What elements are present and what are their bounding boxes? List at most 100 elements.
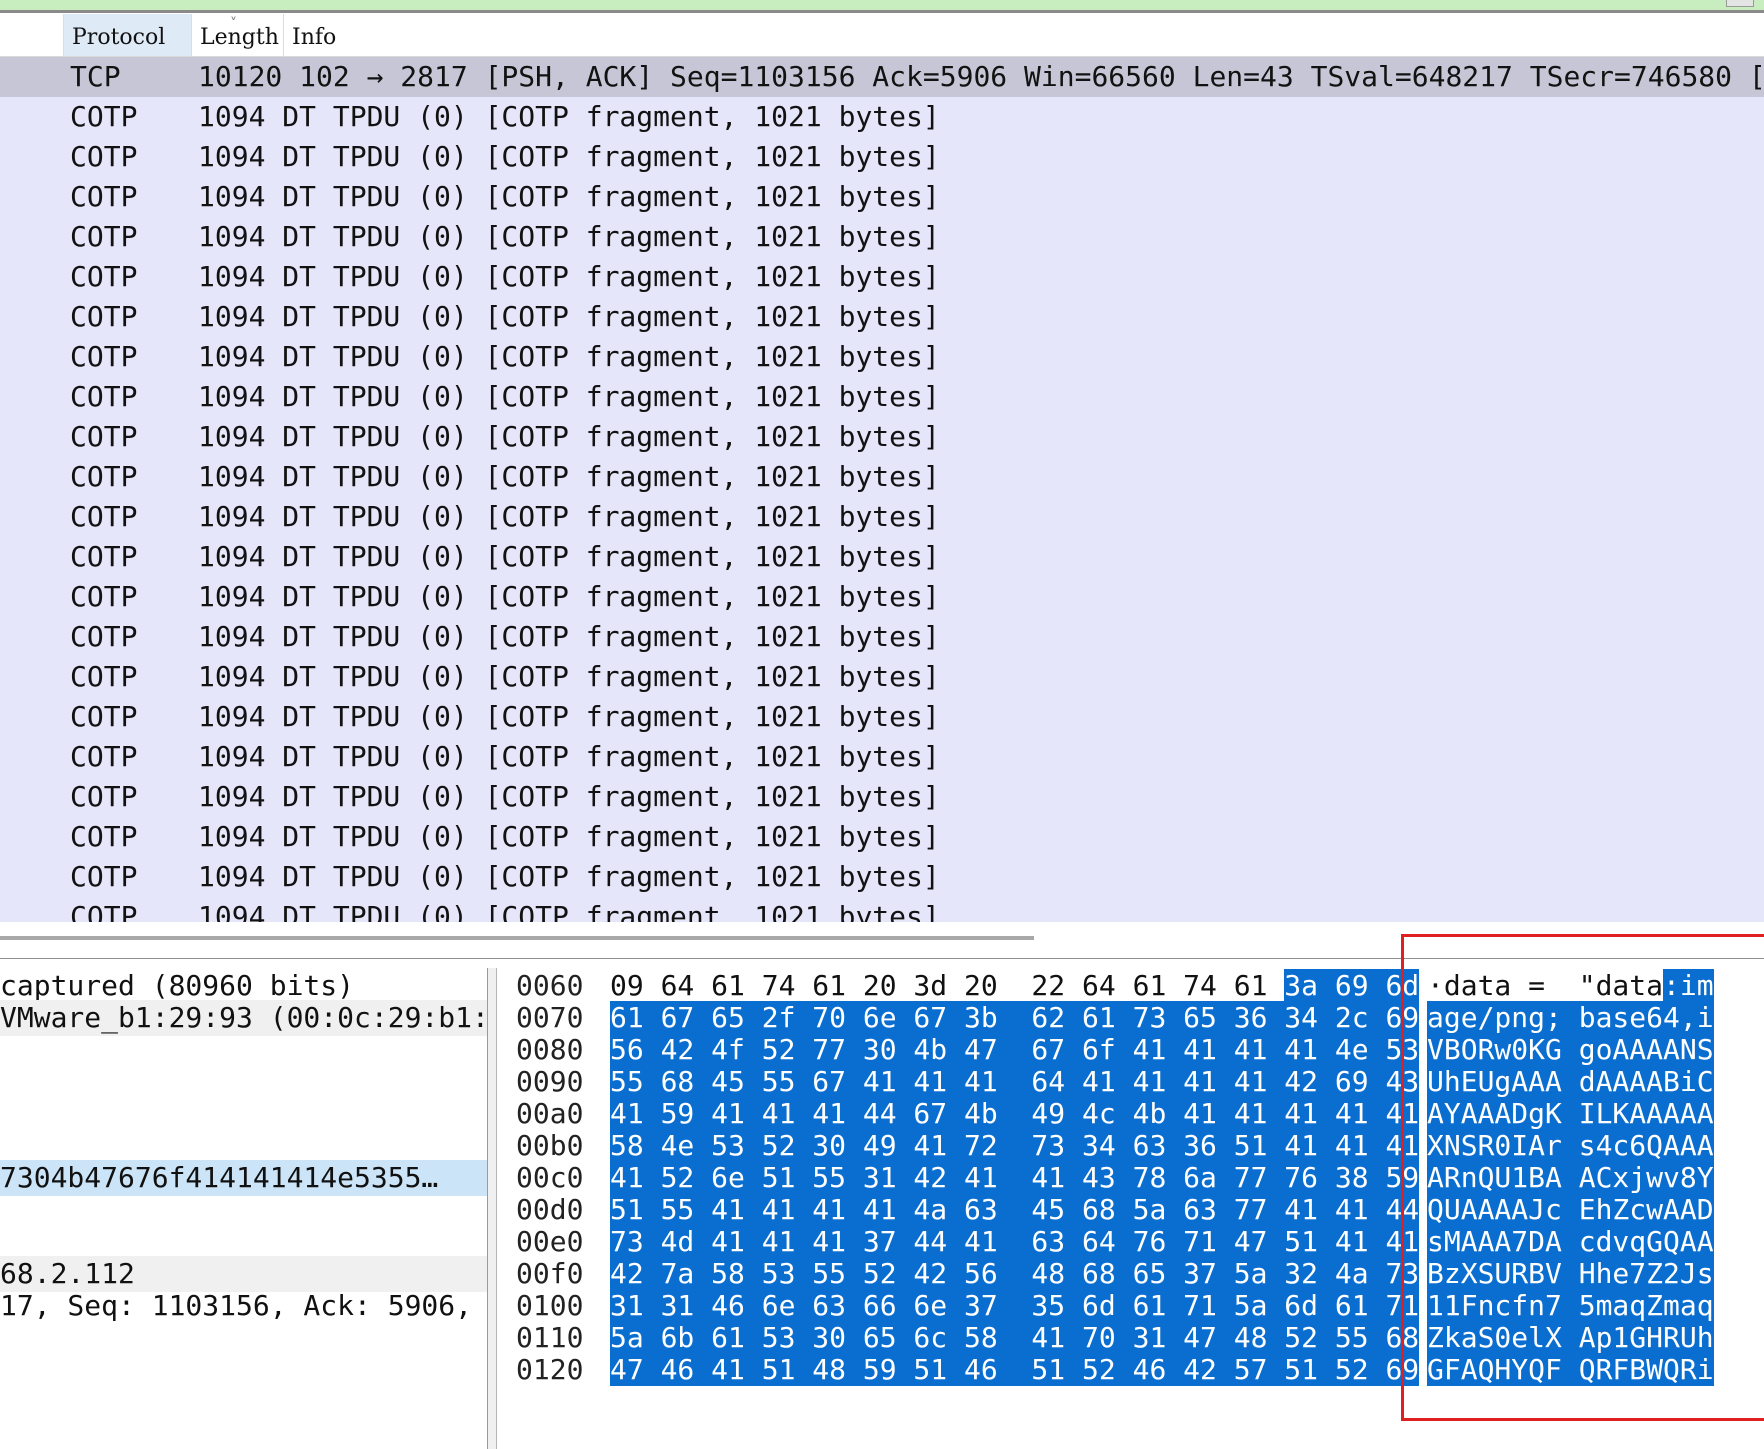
hex-bytes-selected: 55 68 45 55 67 41 41 41 64 41 41 41 41 4… xyxy=(610,1065,1420,1098)
packet-protocol: COTP xyxy=(70,100,138,133)
ascii-bytes: age/png; base64,i xyxy=(1427,1000,1714,1036)
ascii-bytes: UhEUgAAA dAAAABiC xyxy=(1427,1064,1714,1100)
packet-protocol: COTP xyxy=(70,780,138,813)
hex-row[interactable]: 0070 61 67 65 2f 70 6e 67 3b 62 61 73 65 … xyxy=(498,1000,1764,1036)
hex-bytes: 42 7a 58 53 55 52 42 56 48 68 65 37 5a 3… xyxy=(610,1256,1420,1292)
hex-offset: 0100 xyxy=(516,1289,584,1322)
packet-length-info: 10120 102 → 2817 [PSH, ACK] Seq=1103156 … xyxy=(198,60,1764,93)
packet-row[interactable]: COTP 1094 DT TPDU (0) [COTP fragment, 102… xyxy=(0,537,1764,577)
ascii-selected: ZkaS0elX Ap1GHRUh xyxy=(1427,1321,1714,1354)
hex-offset: 00e0 xyxy=(516,1225,584,1258)
detail-tree-item[interactable] xyxy=(0,1032,487,1068)
packet-length-info: 1094 DT TPDU (0) [COTP fragment, 1021 by… xyxy=(198,740,940,773)
details-bytes-divider[interactable] xyxy=(488,968,497,1449)
packet-row[interactable]: COTP 1094 DT TPDU (0) [COTP fragment, 102… xyxy=(0,697,1764,737)
packet-row[interactable]: COTP 1094 DT TPDU (0) [COTP fragment, 102… xyxy=(0,817,1764,857)
detail-tree-item[interactable]: 7304b47676f414141414e5355… xyxy=(0,1160,487,1196)
packet-row[interactable]: COTP 1094 DT TPDU (0) [COTP fragment, 102… xyxy=(0,177,1764,217)
hex-offset: 00a0 xyxy=(516,1097,584,1130)
column-header-length[interactable]: Length xyxy=(192,14,284,56)
packet-row[interactable]: COTP 1094 DT TPDU (0) [COTP fragment, 102… xyxy=(0,657,1764,697)
packet-row[interactable]: COTP 1094 DT TPDU (0) [COTP fragment, 102… xyxy=(0,97,1764,137)
hex-offset: 00b0 xyxy=(516,1129,584,1162)
packet-details-pane: captured (80960 bits) VMware_b1:29:93 (0… xyxy=(0,968,488,1449)
detail-tree-item[interactable]: captured (80960 bits) xyxy=(0,968,487,1004)
packet-length-info: 1094 DT TPDU (0) [COTP fragment, 1021 by… xyxy=(198,220,940,253)
hex-bytes-selected: 5a 6b 61 53 30 65 6c 58 41 70 31 47 48 5… xyxy=(610,1321,1420,1354)
hex-row[interactable]: 00b0 58 4e 53 52 30 49 41 72 73 34 63 36 … xyxy=(498,1128,1764,1164)
packet-row[interactable]: COTP 1094 DT TPDU (0) [COTP fragment, 102… xyxy=(0,217,1764,257)
packet-row[interactable]: COTP 1094 DT TPDU (0) [COTP fragment, 102… xyxy=(0,737,1764,777)
ascii-selected: age/png; base64,i xyxy=(1427,1001,1714,1034)
hex-row[interactable]: 0110 5a 6b 61 53 30 65 6c 58 41 70 31 47 … xyxy=(498,1320,1764,1356)
column-header-info[interactable]: Info xyxy=(284,14,1764,56)
window-corner-control[interactable] xyxy=(1726,0,1754,7)
packet-row[interactable]: COTP 1094 DT TPDU (0) [COTP fragment, 102… xyxy=(0,777,1764,817)
hex-row[interactable]: 0120 47 46 41 51 48 59 51 46 51 52 46 42 … xyxy=(498,1352,1764,1388)
packet-row[interactable]: COTP 1094 DT TPDU (0) [COTP fragment, 102… xyxy=(0,417,1764,457)
detail-tree-item[interactable]: 17, Seq: 1103156, Ack: 5906, Le xyxy=(0,1288,487,1324)
ascii-bytes: ZkaS0elX Ap1GHRUh xyxy=(1427,1320,1714,1356)
ascii-bytes: XNSR0IAr s4c6QAAA xyxy=(1427,1128,1714,1164)
hex-row[interactable]: 00e0 73 4d 41 41 41 37 44 41 63 64 76 71 … xyxy=(498,1224,1764,1260)
packet-row[interactable]: COTP 1094 DT TPDU (0) [COTP fragment, 102… xyxy=(0,337,1764,377)
hex-row[interactable]: 00a0 41 59 41 41 41 44 67 4b 49 4c 4b 41 … xyxy=(498,1096,1764,1132)
sort-chevron-icon: ˅ xyxy=(230,16,237,32)
packet-protocol: COTP xyxy=(70,540,138,573)
packet-row[interactable]: COTP 1094 DT TPDU (0) [COTP fragment, 102… xyxy=(0,497,1764,537)
column-header-protocol[interactable]: Protocol xyxy=(64,14,192,56)
ascii-selected: VBORw0KG goAAAANS xyxy=(1427,1033,1714,1066)
packet-row[interactable]: COTP 1094 DT TPDU (0) [COTP fragment, 102… xyxy=(0,617,1764,657)
hex-offset: 0120 xyxy=(516,1353,584,1386)
packet-row[interactable]: COTP 1094 DT TPDU (0) [COTP fragment, 102… xyxy=(0,577,1764,617)
hex-row[interactable]: 00c0 41 52 6e 51 55 31 42 41 41 43 78 6a … xyxy=(498,1160,1764,1196)
packet-row[interactable]: COTP 1094 DT TPDU (0) [COTP fragment, 102… xyxy=(0,137,1764,177)
packet-length-info: 1094 DT TPDU (0) [COTP fragment, 1021 by… xyxy=(198,180,940,213)
hex-row[interactable]: 0100 31 31 46 6e 63 66 6e 37 35 6d 61 71 … xyxy=(498,1288,1764,1324)
packet-length-info: 1094 DT TPDU (0) [COTP fragment, 1021 by… xyxy=(198,700,940,733)
ascii-bytes: QUAAAAJc EhZcwAAD xyxy=(1427,1192,1714,1228)
packet-length-info: 1094 DT TPDU (0) [COTP fragment, 1021 by… xyxy=(198,140,940,173)
packet-protocol: COTP xyxy=(70,820,138,853)
detail-tree-item[interactable]: VMware_b1:29:93 (00:0c:29:b1:2 xyxy=(0,1000,487,1036)
packet-length-info: 1094 DT TPDU (0) [COTP fragment, 1021 by… xyxy=(198,820,940,853)
ascii-selected: QUAAAAJc EhZcwAAD xyxy=(1427,1193,1714,1226)
packet-list-horizontal-scrollbar[interactable] xyxy=(0,936,1034,940)
ascii-bytes: ·data = "data:im xyxy=(1427,968,1714,1004)
hex-bytes-selected: 47 46 41 51 48 59 51 46 51 52 46 42 57 5… xyxy=(610,1353,1420,1386)
packet-row[interactable]: COTP 1094 DT TPDU (0) [COTP fragment, 102… xyxy=(0,257,1764,297)
ascii-bytes: sMAAA7DA cdvqGQAA xyxy=(1427,1224,1714,1260)
packet-protocol: COTP xyxy=(70,700,138,733)
pane-splitter[interactable] xyxy=(0,958,1764,959)
packet-protocol: COTP xyxy=(70,340,138,373)
hex-row[interactable]: 00f0 42 7a 58 53 55 52 42 56 48 68 65 37 … xyxy=(498,1256,1764,1292)
column-header-blank[interactable] xyxy=(0,14,64,56)
packet-length-info: 1094 DT TPDU (0) [COTP fragment, 1021 by… xyxy=(198,260,940,293)
detail-tree-item[interactable] xyxy=(0,1192,487,1228)
detail-tree-item[interactable]: 68.2.112 xyxy=(0,1256,487,1292)
packet-row[interactable]: COTP 1094 DT TPDU (0) [COTP fragment, 102… xyxy=(0,297,1764,337)
ascii-bytes: 11Fncfn7 5maqZmaq xyxy=(1427,1288,1714,1324)
packet-row[interactable]: TCP 10120 102 → 2817 [PSH, ACK] Seq=11031… xyxy=(0,57,1764,97)
packet-protocol: COTP xyxy=(70,900,138,922)
packet-row[interactable]: COTP 1094 DT TPDU (0) [COTP fragment, 102… xyxy=(0,377,1764,417)
hex-bytes-selected: 51 55 41 41 41 41 4a 63 45 68 5a 63 77 4… xyxy=(610,1193,1420,1226)
packet-row[interactable]: COTP 1094 DT TPDU (0) [COTP fragment, 102… xyxy=(0,897,1764,922)
detail-tree-item[interactable] xyxy=(0,1064,487,1100)
hex-row[interactable]: 0080 56 42 4f 52 77 30 4b 47 67 6f 41 41 … xyxy=(498,1032,1764,1068)
hex-bytes: 56 42 4f 52 77 30 4b 47 67 6f 41 41 41 4… xyxy=(610,1032,1420,1068)
column-header-info-label: Info xyxy=(292,25,337,50)
detail-tree-item[interactable] xyxy=(0,1128,487,1164)
hex-bytes-plain: 09 64 61 74 61 20 3d 20 22 64 61 74 61 xyxy=(610,969,1285,1002)
packet-length-info: 1094 DT TPDU (0) [COTP fragment, 1021 by… xyxy=(198,620,940,653)
ascii-selected: sMAAA7DA cdvqGQAA xyxy=(1427,1225,1714,1258)
detail-tree-item[interactable] xyxy=(0,1224,487,1260)
hex-row[interactable]: 0090 55 68 45 55 67 41 41 41 64 41 41 41 … xyxy=(498,1064,1764,1100)
packet-row[interactable]: COTP 1094 DT TPDU (0) [COTP fragment, 102… xyxy=(0,457,1764,497)
hex-row[interactable]: 0060 09 64 61 74 61 20 3d 20 22 64 61 74 … xyxy=(498,968,1764,1004)
packet-protocol: COTP xyxy=(70,260,138,293)
detail-tree-item[interactable] xyxy=(0,1096,487,1132)
packet-protocol: COTP xyxy=(70,180,138,213)
packet-row[interactable]: COTP 1094 DT TPDU (0) [COTP fragment, 102… xyxy=(0,857,1764,897)
hex-row[interactable]: 00d0 51 55 41 41 41 41 4a 63 45 68 5a 63 … xyxy=(498,1192,1764,1228)
